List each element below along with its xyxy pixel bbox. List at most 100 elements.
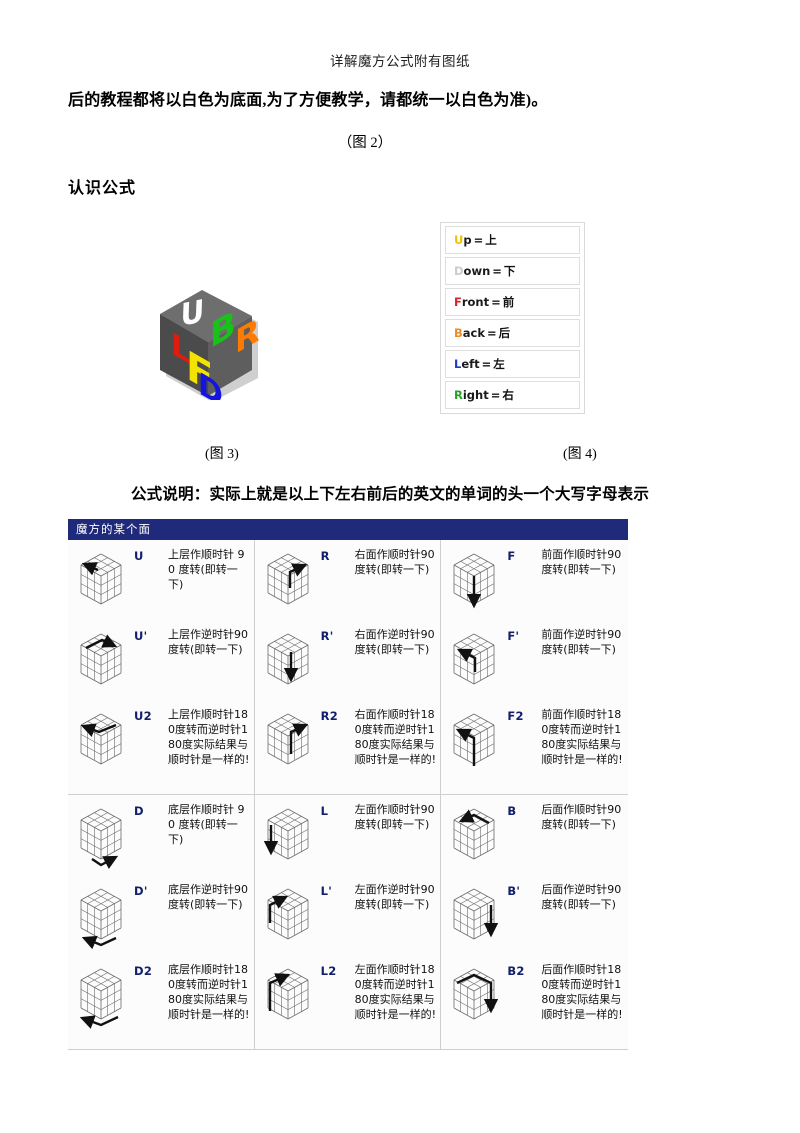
move-description: 前面作顺时针180度转而逆时针180度实际结果与顺时针是一样的! — [541, 708, 623, 766]
legend-chinese-up: 上 — [485, 233, 497, 247]
notation-cell-Uprime: U' 上层作逆时针90度转(即转一下) — [68, 620, 255, 700]
table-row: U2 上层作顺时针180度转而逆时针180度实际结果与顺时针是一样的! R2 右面作… — [68, 700, 628, 794]
cube-rotation-icon — [445, 546, 507, 614]
notation-cell-B: B 后面作顺时针90度转(即转一下) — [441, 795, 628, 875]
move-code-label: R' — [320, 629, 334, 643]
move-code-label: L' — [320, 884, 333, 898]
notation-cell-Fprime: F' 前面作逆时针90度转(即转一下) — [441, 620, 628, 700]
body-paragraph: 后的教程都将以白色为底面,为了方便教学，请都统一以白色为准)。 — [68, 92, 548, 109]
table-row: U' 上层作逆时针90度转(即转一下) R' 右面作逆时针90度转(即转一下) F'… — [68, 620, 628, 700]
move-description: 后面作逆时针90度转(即转一下) — [541, 883, 622, 911]
legend-chinese-back: 后 — [498, 326, 511, 340]
move-code-label: F — [507, 549, 516, 563]
legend-chinese-front: 前 — [502, 295, 515, 309]
legend-rest-back: ack — [462, 326, 485, 340]
notation-table-body: U 上层作顺时针 90 度转(即转一下) R 右面作顺时针90度转(即转一下) F 前… — [68, 540, 628, 1050]
move-code-label: F2 — [507, 709, 524, 723]
legend-rest-front: ront — [461, 295, 490, 309]
move-description: 左面作顺时针90度转(即转一下) — [354, 803, 435, 831]
cube-rotation-icon — [445, 801, 507, 869]
move-code-label: L — [320, 804, 329, 818]
cube-rotation-icon — [259, 626, 321, 694]
notation-table-half-upper: U 上层作顺时针 90 度转(即转一下) R 右面作顺时针90度转(即转一下) F 前… — [68, 540, 628, 794]
notation-cell-U2: U2 上层作顺时针180度转而逆时针180度实际结果与顺时针是一样的! — [68, 700, 255, 794]
cube-rotation-icon — [259, 801, 321, 869]
notation-cell-F2: F2 前面作顺时针180度转而逆时针180度实际结果与顺时针是一样的! — [441, 700, 628, 794]
move-description: 底层作逆时针90度转(即转一下) — [168, 883, 248, 911]
move-code-label: D — [134, 804, 144, 818]
legend-rest-up: p — [463, 233, 472, 247]
legend-equals-up: = — [473, 233, 484, 247]
move-description: 上层作顺时针180度转而逆时针180度实际结果与顺时针是一样的! — [168, 708, 250, 766]
legend-chinese-down: 下 — [503, 264, 516, 278]
notation-cell-Rprime: R' 右面作逆时针90度转(即转一下) — [255, 620, 442, 700]
notation-cell-R: R 右面作顺时针90度转(即转一下) — [255, 540, 442, 620]
legend-row-left: Left = 左 — [445, 350, 580, 378]
notation-cell-D2: D2 底层作顺时针180度转而逆时针180度实际结果与顺时针是一样的! — [68, 955, 255, 1049]
notation-cell-Lprime: L' 左面作逆时针90度转(即转一下) — [255, 875, 442, 955]
running-head: 详解魔方公式附有图纸 — [330, 54, 470, 69]
move-description: 右面作顺时针90度转(即转一下) — [354, 548, 435, 576]
cube-rotation-icon — [72, 801, 134, 869]
move-description: 底层作顺时针 90 度转(即转一下) — [168, 803, 245, 846]
table-row: D2 底层作顺时针180度转而逆时针180度实际结果与顺时针是一样的! L2 左面作… — [68, 955, 628, 1049]
cube-diagram-figure3: U L F D B R — [138, 272, 266, 400]
move-code-label: U2 — [134, 709, 152, 723]
legend-row-back: Back = 后 — [445, 319, 580, 347]
cube-rotation-icon — [72, 881, 134, 949]
cube-rotation-icon — [259, 706, 321, 774]
legend-initial-left: L — [454, 357, 462, 371]
legend-row-down: Down = 下 — [445, 257, 580, 285]
notation-table-half-lower: D 底层作顺时针 90 度转(即转一下) L 左面作顺时针90度转(即转一下) B 后… — [68, 794, 628, 1049]
move-code-label: U — [134, 549, 144, 563]
table-row: D' 底层作逆时针90度转(即转一下) L' 左面作逆时针90度转(即转一下) B'… — [68, 875, 628, 955]
move-description: 左面作逆时针90度转(即转一下) — [354, 883, 435, 911]
table-row: D 底层作顺时针 90 度转(即转一下) L 左面作顺时针90度转(即转一下) B 后… — [68, 795, 628, 875]
legend-equals-right: = — [490, 388, 501, 402]
move-description: 后面作顺时针90度转(即转一下) — [541, 803, 622, 831]
cube-rotation-icon — [259, 546, 321, 614]
legend-initial-back: B — [454, 326, 463, 340]
cube-svg: U L F D B R — [160, 290, 260, 400]
cube-rotation-icon — [445, 626, 507, 694]
move-code-label: R — [320, 549, 330, 563]
move-code-label: R2 — [320, 709, 339, 723]
notation-cell-Bprime: B' 后面作逆时针90度转(即转一下) — [441, 875, 628, 955]
legend-rest-right: ight — [462, 388, 489, 402]
notation-cell-Dprime: D' 底层作逆时针90度转(即转一下) — [68, 875, 255, 955]
figure-4-caption: (图 4) — [563, 447, 597, 462]
legend-rest-left: eft — [461, 357, 480, 371]
move-code-label: B2 — [507, 964, 525, 978]
legend-initial-right: R — [454, 388, 463, 402]
move-code-label: D2 — [134, 964, 153, 978]
formula-explanation: 公式说明：实际上就是以上下左右前后的英文的单词的头一个大写字母表示 — [130, 486, 650, 503]
move-code-label: U' — [134, 629, 148, 643]
notation-table: 魔方的某个面 U 上层作顺时针 90 度转(即转一下) R 右面作顺时针90度转(即… — [68, 519, 628, 1050]
legend-equals-down: = — [492, 264, 502, 278]
section-heading: 认识公式 — [68, 180, 137, 197]
cube-rotation-icon — [259, 881, 321, 949]
move-description: 上层作顺时针 90 度转(即转一下) — [168, 548, 245, 591]
move-code-label: F' — [507, 629, 520, 643]
move-description: 后面作顺时针180度转而逆时针180度实际结果与顺时针是一样的! — [541, 963, 623, 1021]
cube-rotation-icon — [72, 961, 134, 1029]
figure-3-caption: (图 3) — [205, 447, 239, 462]
move-description: 前面作顺时针90度转(即转一下) — [541, 548, 622, 576]
move-code-label: B' — [507, 884, 521, 898]
legend-row-front: Front = 前 — [445, 288, 580, 316]
table-row: U 上层作顺时针 90 度转(即转一下) R 右面作顺时针90度转(即转一下) F 前… — [68, 540, 628, 620]
move-code-label: B — [507, 804, 517, 818]
cube-rotation-icon — [72, 626, 134, 694]
notation-cell-B2: B2 后面作顺时针180度转而逆时针180度实际结果与顺时针是一样的! — [441, 955, 628, 1049]
move-code-label: D' — [134, 884, 148, 898]
notation-cell-D: D 底层作顺时针 90 度转(即转一下) — [68, 795, 255, 875]
legend-equals-front: = — [491, 295, 501, 309]
cube-rotation-icon — [72, 706, 134, 774]
notation-cell-R2: R2 右面作顺时针180度转而逆时针180度实际结果与顺时针是一样的! — [255, 700, 442, 794]
legend-row-right: Right = 右 — [445, 381, 580, 409]
svg-text:U: U — [180, 294, 205, 335]
legend-rest-down: own — [463, 264, 491, 278]
cube-rotation-icon — [259, 961, 321, 1029]
face-legend-box: Up = 上 Down = 下 Front = 前 Back = 后 Left = 左 Right =… — [440, 222, 585, 414]
legend-chinese-right: 右 — [502, 388, 514, 402]
